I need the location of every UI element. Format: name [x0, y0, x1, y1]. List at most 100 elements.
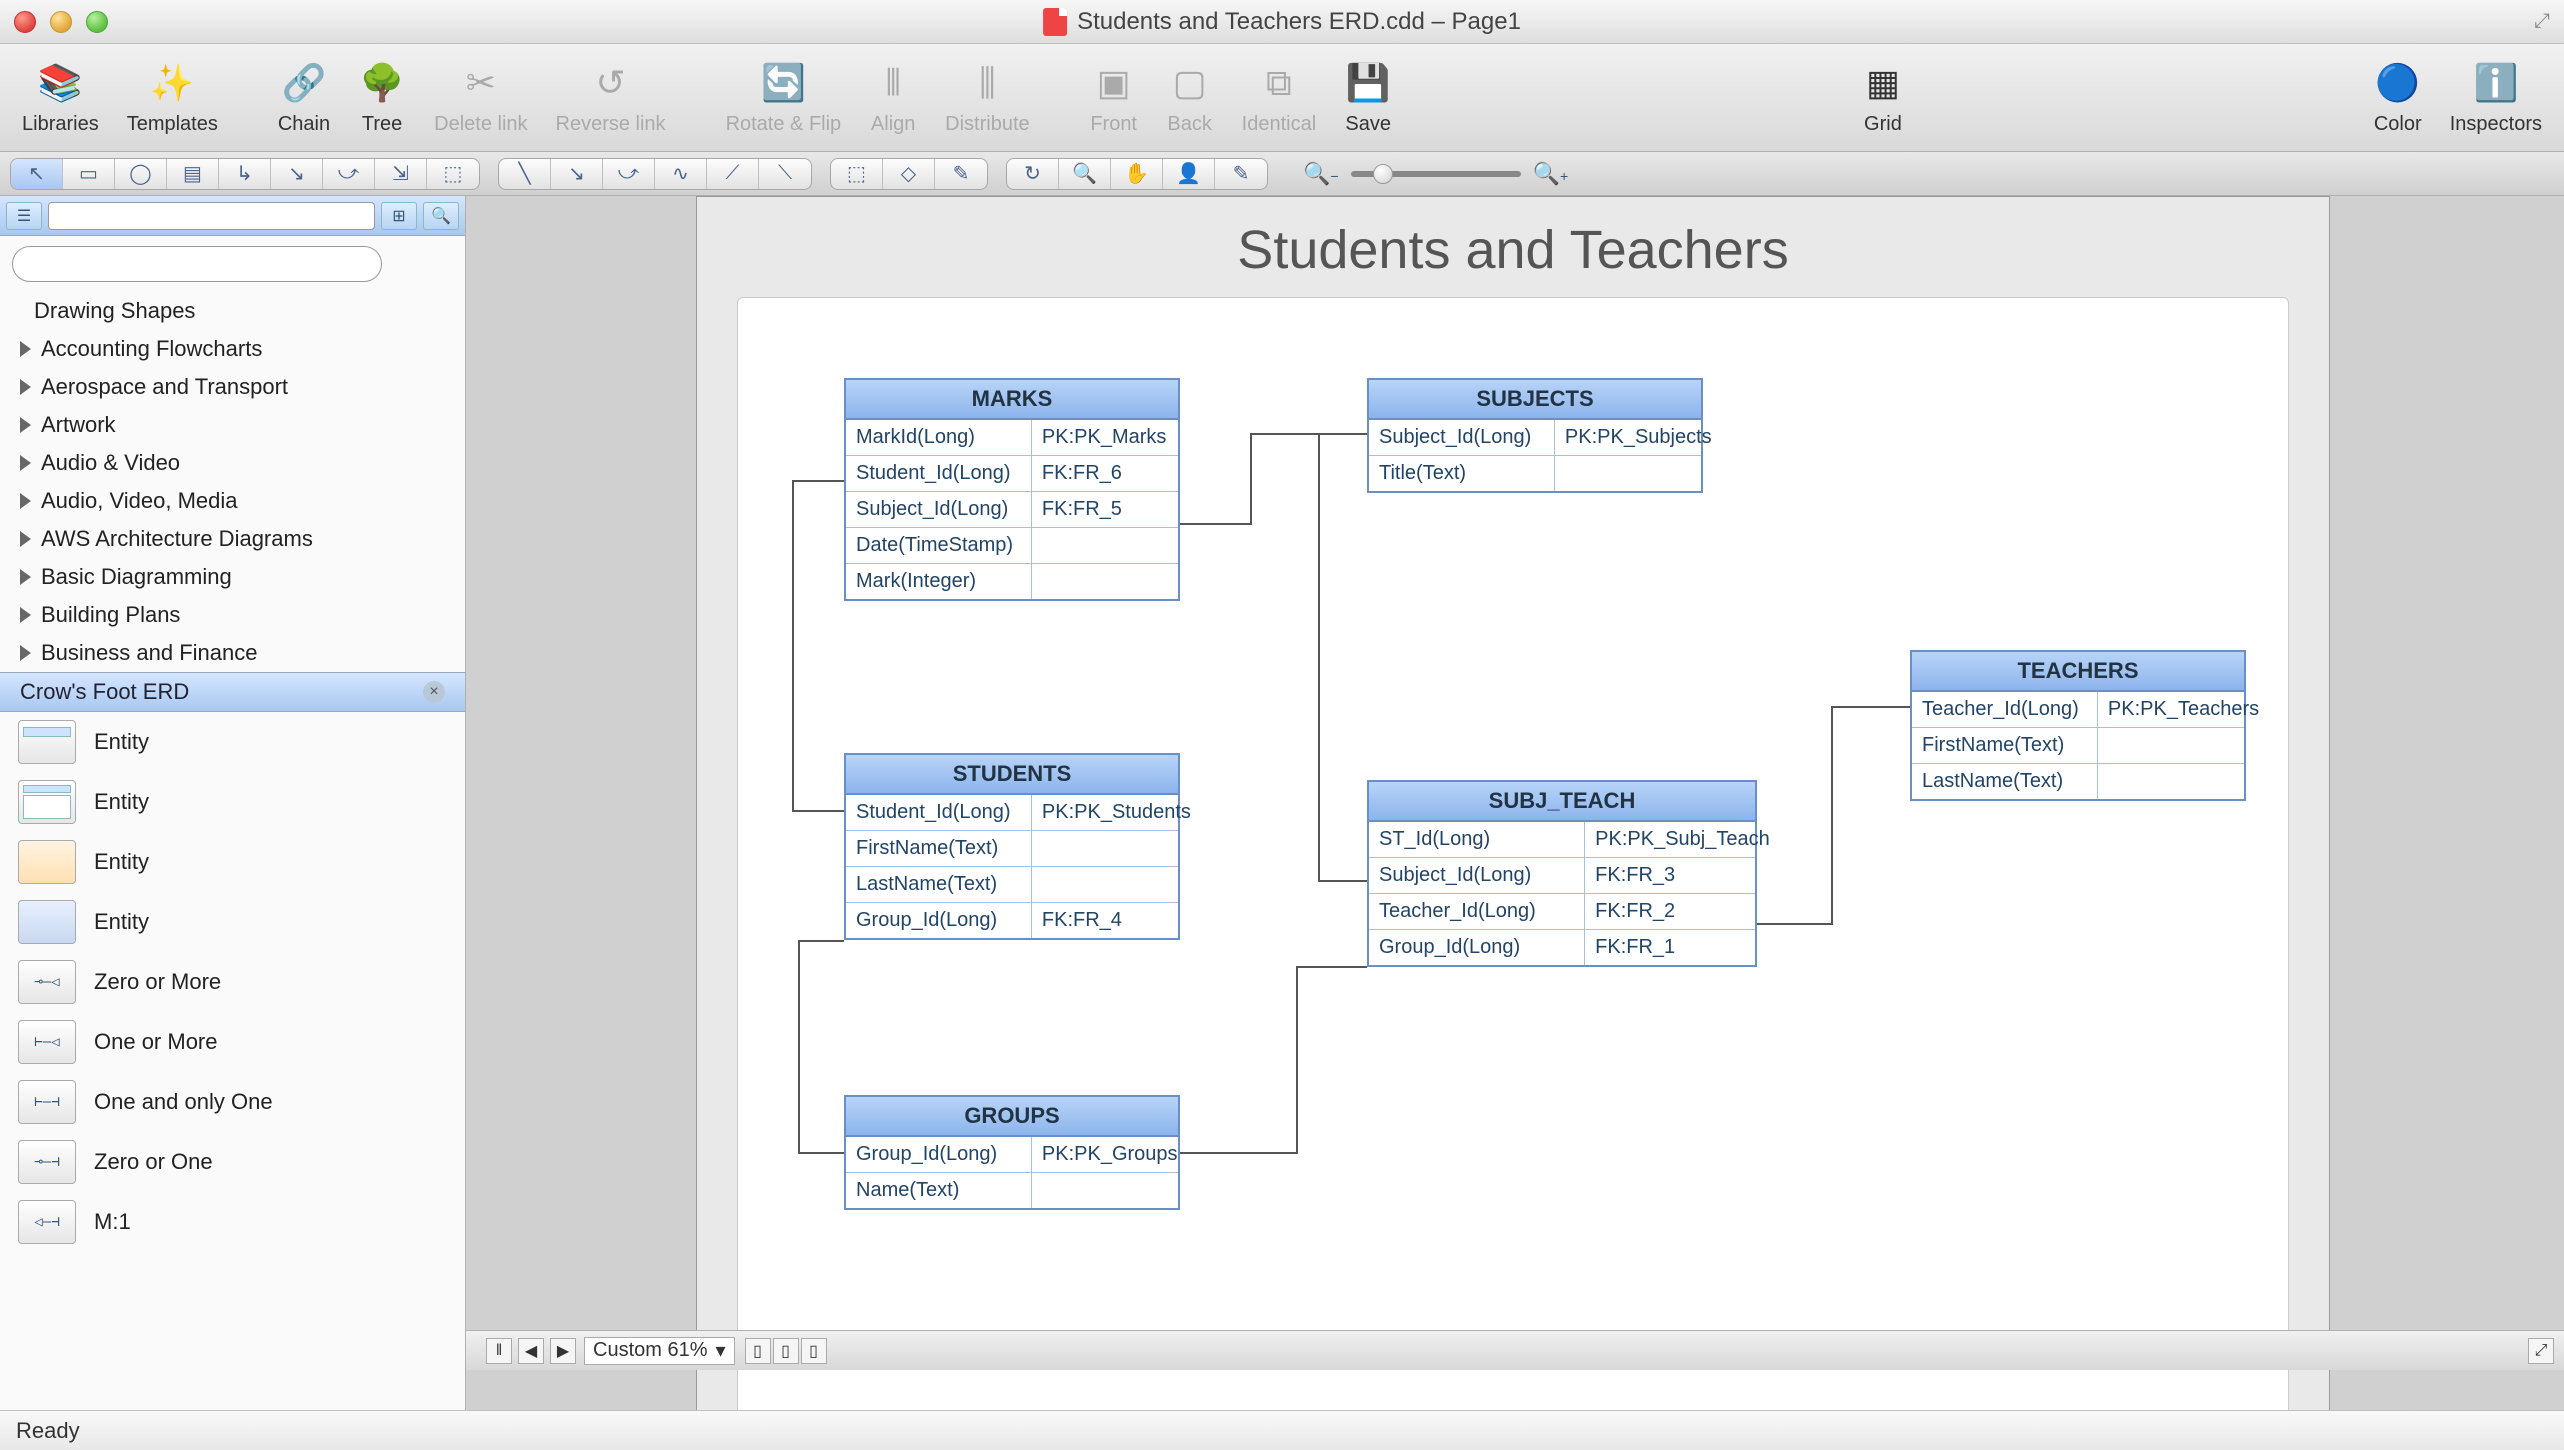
entity-students[interactable]: STUDENTS Student_Id(Long)PK:PK_StudentsF…: [844, 753, 1180, 940]
canvas[interactable]: Students and Teachers MARKS MarkId(Long)…: [466, 196, 2564, 1410]
chain-button[interactable]: 🔗Chain: [268, 55, 340, 140]
back-button[interactable]: ▢Back: [1156, 55, 1224, 140]
zoom-in-icon[interactable]: 🔍+: [1533, 161, 1569, 187]
edit-tool-3[interactable]: ✎: [935, 159, 987, 189]
entity-teachers[interactable]: TEACHERS Teacher_Id(Long)PK:PK_TeachersF…: [1910, 650, 2246, 801]
close-icon[interactable]: ×: [423, 681, 445, 703]
shape-item[interactable]: Entity: [0, 772, 465, 832]
poly-tool-2[interactable]: ⟍: [759, 159, 811, 189]
sidebar-category[interactable]: Building Plans: [0, 596, 465, 634]
libraries-button[interactable]: 📚Libraries: [12, 55, 109, 140]
pointer-tool[interactable]: ↖: [11, 159, 63, 189]
sidebar-category[interactable]: Audio, Video, Media: [0, 482, 465, 520]
entity-groups[interactable]: GROUPS Group_Id(Long)PK:PK_GroupsName(Te…: [844, 1095, 1180, 1210]
pager-pause-button[interactable]: ‖: [486, 1338, 512, 1364]
tree-button[interactable]: 🌳Tree: [348, 55, 416, 140]
grid-button[interactable]: ▦Grid: [1849, 55, 1917, 140]
shape-item[interactable]: ⊸—◁Zero or More: [0, 952, 465, 1012]
inspectors-button[interactable]: ℹ️Inspectors: [2440, 55, 2552, 140]
line-tool-1[interactable]: ╲: [499, 159, 551, 189]
templates-label: Templates: [127, 113, 218, 136]
connector-tool-3[interactable]: ⤻: [323, 159, 375, 189]
entity-row: Group_Id(Long)PK:PK_Groups: [846, 1137, 1178, 1172]
sidebar-category[interactable]: Basic Diagramming: [0, 558, 465, 596]
minimize-window-button[interactable]: [50, 11, 72, 33]
sidebar-category[interactable]: Drawing Shapes: [0, 292, 465, 330]
rel-line: [792, 810, 844, 812]
zoom-tool[interactable]: 🔍: [1059, 159, 1111, 189]
arc-tool[interactable]: ⤻: [603, 159, 655, 189]
delete-link-button[interactable]: ✂Delete link: [424, 55, 537, 140]
eyedropper-tool[interactable]: ✎: [1215, 159, 1267, 189]
shape-item[interactable]: ⊢—◁One or More: [0, 1012, 465, 1072]
shape-item[interactable]: ⊸—⊣Zero or One: [0, 1132, 465, 1192]
spline-tool[interactable]: ∿: [655, 159, 707, 189]
ellipse-tool[interactable]: ◯: [115, 159, 167, 189]
sidebar-section-crowsfoot[interactable]: Crow's Foot ERD ×: [0, 672, 465, 712]
pager-prev-button[interactable]: ◀: [518, 1338, 544, 1364]
zoom-controls: 🔍− 🔍+: [1303, 161, 1568, 187]
stamp-tool[interactable]: 👤: [1163, 159, 1215, 189]
fullscreen-icon[interactable]: ⤢: [2534, 10, 2550, 33]
sidebar-category[interactable]: Accounting Flowcharts: [0, 330, 465, 368]
align-button[interactable]: ⫴Align: [859, 55, 927, 140]
zoom-select[interactable]: Custom 61%▾: [584, 1337, 735, 1365]
text-tool[interactable]: ▤: [167, 159, 219, 189]
search-icon[interactable]: 🔍: [423, 202, 459, 230]
rotate-flip-button[interactable]: 🔄Rotate & Flip: [716, 55, 852, 140]
zoom-out-icon[interactable]: 🔍−: [1303, 161, 1339, 187]
zoom-window-button[interactable]: [86, 11, 108, 33]
rotate-flip-label: Rotate & Flip: [726, 113, 842, 136]
entity-subjects[interactable]: SUBJECTS Subject_Id(Long)PK:PK_SubjectsT…: [1367, 378, 1703, 493]
entity-key: [1032, 528, 1178, 563]
distribute-button[interactable]: ⫼Distribute: [935, 55, 1039, 140]
reverse-link-button[interactable]: ↺Reverse link: [546, 55, 676, 140]
shape-thumbnail: ⊸—◁: [18, 960, 76, 1004]
sidebar-filter-input[interactable]: [48, 202, 375, 230]
view-mode-2[interactable]: ▯: [773, 1338, 799, 1364]
shape-item[interactable]: ◁—⊣M:1: [0, 1192, 465, 1252]
pager-next-button[interactable]: ▶: [550, 1338, 576, 1364]
rect-tool[interactable]: ▭: [63, 159, 115, 189]
connector-tool-2[interactable]: ↘: [271, 159, 323, 189]
library-view-icon[interactable]: ☰: [6, 202, 42, 230]
view-mode-3[interactable]: ▯: [801, 1338, 827, 1364]
document-icon: [1043, 8, 1067, 36]
sidebar-category[interactable]: Audio & Video: [0, 444, 465, 482]
shape-item[interactable]: ⊢—⊣One and only One: [0, 1072, 465, 1132]
shape-item[interactable]: Entity: [0, 712, 465, 772]
entity-marks[interactable]: MARKS MarkId(Long)PK:PK_MarksStudent_Id(…: [844, 378, 1180, 601]
shape-item[interactable]: Entity: [0, 892, 465, 952]
shape-item[interactable]: Entity: [0, 832, 465, 892]
connector-tool-5[interactable]: ⬚: [427, 159, 479, 189]
identical-button[interactable]: ⧉Identical: [1232, 55, 1327, 140]
refresh-tool[interactable]: ↻: [1007, 159, 1059, 189]
connector-tool-1[interactable]: ↳: [219, 159, 271, 189]
grid-view-icon[interactable]: ⊞: [381, 202, 417, 230]
zoom-slider-knob[interactable]: [1373, 164, 1393, 184]
entity-key: FK:FR_5: [1032, 492, 1178, 527]
hand-tool[interactable]: ✋: [1111, 159, 1163, 189]
templates-button[interactable]: ✨Templates: [117, 55, 228, 140]
sidebar-category[interactable]: Business and Finance: [0, 634, 465, 672]
sidebar-category[interactable]: AWS Architecture Diagrams: [0, 520, 465, 558]
expand-button[interactable]: ⤢: [2528, 1338, 2554, 1364]
entity-key: [1032, 564, 1178, 599]
edit-tool-1[interactable]: ⬚: [831, 159, 883, 189]
poly-tool-1[interactable]: ⟋: [707, 159, 759, 189]
edit-tool-2[interactable]: ◇: [883, 159, 935, 189]
rel-line: [1831, 706, 1833, 925]
sidebar-category[interactable]: Artwork: [0, 406, 465, 444]
color-button[interactable]: 🔵Color: [2364, 55, 2432, 140]
shape-thumbnail: ⊸—⊣: [18, 1140, 76, 1184]
line-tool-2[interactable]: ↘: [551, 159, 603, 189]
sidebar-category[interactable]: Aerospace and Transport: [0, 368, 465, 406]
zoom-slider[interactable]: [1351, 171, 1521, 177]
view-mode-1[interactable]: ▯: [745, 1338, 771, 1364]
save-button[interactable]: 💾Save: [1334, 55, 1402, 140]
front-button[interactable]: ▣Front: [1080, 55, 1148, 140]
entity-subj-teach[interactable]: SUBJ_TEACH ST_Id(Long)PK:PK_Subj_TeachSu…: [1367, 780, 1757, 967]
connector-tool-4[interactable]: ⇲: [375, 159, 427, 189]
close-window-button[interactable]: [14, 11, 36, 33]
sidebar-search-input[interactable]: [12, 246, 382, 282]
